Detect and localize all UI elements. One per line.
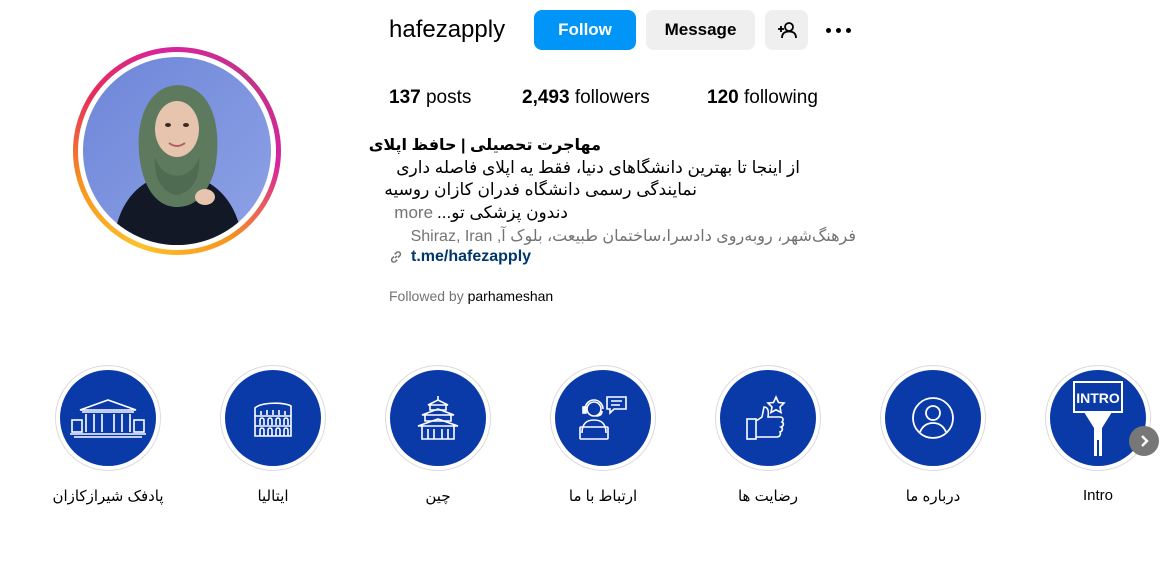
- highlight-label: رضایت ها: [737, 488, 799, 505]
- highlight-cover: [225, 370, 321, 466]
- bio-more-link[interactable]: more: [394, 203, 433, 222]
- bio-link[interactable]: t.me/hafezapply: [389, 248, 531, 266]
- bio-location: فرهنگ‌شهر، روبه‌روی دادسرا،ساختمان طبیعت…: [410, 228, 856, 245]
- support-agent-icon: [579, 396, 627, 440]
- building-icon: [70, 399, 146, 438]
- highlight-ring[interactable]: [385, 365, 491, 471]
- highlight-label: Intro: [1082, 487, 1113, 504]
- bio-name: مهاجرت تحصیلی | حافظ اپلای: [368, 137, 601, 154]
- bio-link-text: t.me/hafezapply: [411, 248, 532, 265]
- highlight-cover: INTRO: [1050, 370, 1146, 466]
- highlight-label: ارتباط با ما: [568, 488, 638, 505]
- avatar-photo: [83, 57, 271, 245]
- suggest-user-button[interactable]: [765, 10, 808, 50]
- following-stat[interactable]: 120 following: [707, 87, 818, 109]
- profile-avatar-ring[interactable]: [73, 47, 281, 255]
- user-circle-icon: [912, 397, 954, 439]
- followed-by: Followed by parhameshan: [389, 288, 553, 304]
- thumbs-up-star-icon: [746, 395, 786, 440]
- add-user-icon: [777, 22, 797, 39]
- following-label: following: [743, 87, 818, 108]
- highlight-ring[interactable]: [55, 365, 161, 471]
- highlight-label: درباره ما: [905, 488, 961, 505]
- more-options-icon[interactable]: [820, 18, 856, 42]
- followers-stat[interactable]: 2,493 followers: [522, 87, 650, 109]
- profile-avatar[interactable]: [83, 57, 271, 245]
- highlights-next-button[interactable]: [1129, 426, 1159, 456]
- highlight-cover: [390, 370, 486, 466]
- bio-line-3: دندون پزشکی تو...more: [389, 203, 568, 223]
- message-button[interactable]: Message: [646, 10, 755, 50]
- following-count: 120: [707, 87, 739, 108]
- pagoda-icon: [417, 396, 459, 440]
- highlight-ring[interactable]: [550, 365, 656, 471]
- highlight-cover: [720, 370, 816, 466]
- svg-text:INTRO: INTRO: [1076, 390, 1120, 406]
- followed-by-user[interactable]: parhameshan: [468, 288, 554, 304]
- link-icon: [390, 251, 402, 263]
- highlight-ring[interactable]: [880, 365, 986, 471]
- bio-line-3-text: دندون پزشکی تو...: [437, 203, 568, 222]
- followers-count: 2,493: [522, 87, 570, 108]
- posts-stat: 137 posts: [389, 87, 471, 109]
- highlight-ring[interactable]: [220, 365, 326, 471]
- bio-line-2: نمایندگی رسمی دانشگاه فدران کازان روسیه: [384, 180, 697, 199]
- intro-sign-icon: INTRO: [1073, 381, 1123, 456]
- highlight-ring[interactable]: INTRO: [1045, 365, 1151, 471]
- followed-by-label: Followed by: [389, 288, 464, 304]
- follow-button[interactable]: Follow: [534, 10, 636, 50]
- bio-line-1: از اینجا تا بهترین دانشگاهای دنیا، فقط ی…: [396, 158, 800, 177]
- followers-label: followers: [574, 87, 650, 108]
- highlight-label: چین: [425, 488, 451, 505]
- profile-username: hafezapply: [389, 16, 506, 43]
- highlight-cover: [555, 370, 651, 466]
- chevron-right-icon: [1141, 435, 1149, 447]
- posts-label: posts: [425, 87, 472, 108]
- highlight-cover: [60, 370, 156, 466]
- highlight-label: ایتالیا: [257, 488, 289, 505]
- colosseum-icon: [254, 402, 292, 437]
- highlight-ring[interactable]: [715, 365, 821, 471]
- highlight-label: پادفک شیرازکازان: [52, 488, 164, 505]
- posts-count: 137: [389, 87, 421, 108]
- highlight-cover: [885, 370, 981, 466]
